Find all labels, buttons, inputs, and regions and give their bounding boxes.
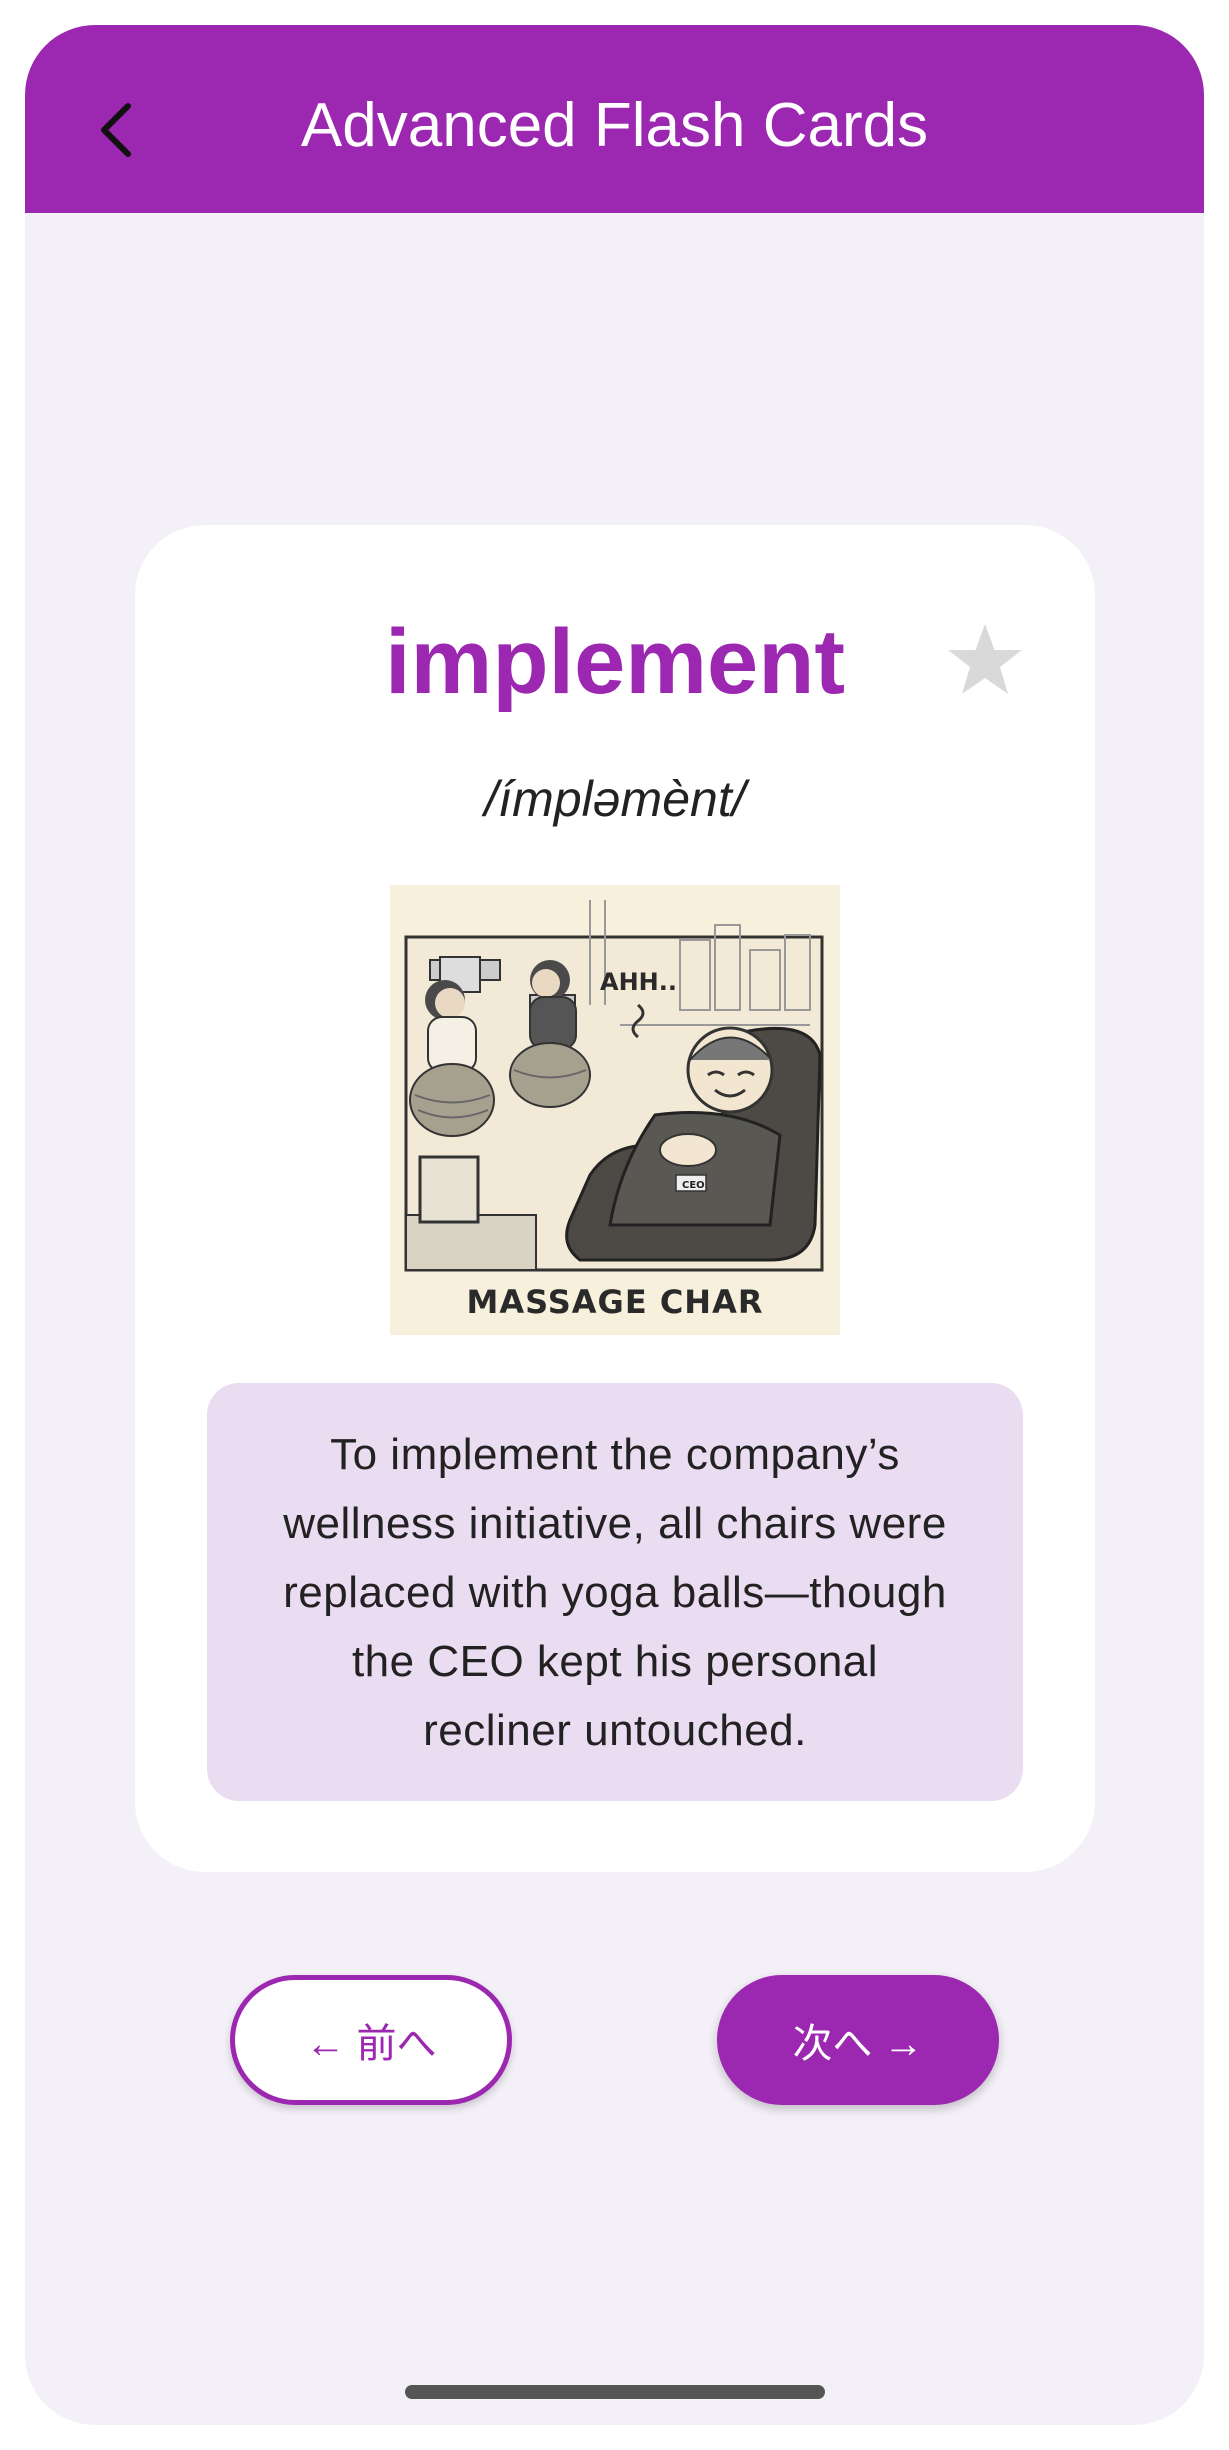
sentence-line: recliner untouched. bbox=[423, 1705, 807, 1755]
next-button[interactable]: 次へ → bbox=[717, 1975, 999, 2105]
home-indicator[interactable] bbox=[405, 2385, 825, 2399]
sentence-line: the CEO kept his personal bbox=[351, 1636, 879, 1686]
sentence-line: replaced with yoga balls—though bbox=[283, 1567, 947, 1617]
illustration-badge-text: CEO bbox=[682, 1180, 705, 1191]
illustration-caption: MASSAGE CHAR bbox=[467, 1283, 764, 1321]
sentence-line: To implement the company’s bbox=[330, 1429, 900, 1479]
star-icon[interactable] bbox=[945, 620, 1025, 700]
previous-button[interactable]: ← 前へ bbox=[230, 1975, 512, 2105]
example-sentence: To implement the company’s wellness init… bbox=[283, 1420, 947, 1765]
app-title: Advanced Flash Cards bbox=[300, 90, 929, 160]
phone-screen: Advanced Flash Cards implement /ímpləmèn… bbox=[25, 25, 1204, 2425]
flash-card[interactable]: implement /ímpləmènt/ AHH.. CEO MASSAGE … bbox=[135, 525, 1095, 1872]
sentence-line: wellness initiative, all chairs were bbox=[283, 1498, 947, 1548]
pronunciation: /ímpləmènt/ bbox=[484, 771, 746, 827]
example-sentence-box: To implement the company’s wellness init… bbox=[207, 1383, 1023, 1801]
illustration-speech-text: AHH.. bbox=[600, 968, 677, 996]
app-bar: Advanced Flash Cards bbox=[25, 25, 1204, 213]
word-illustration: AHH.. CEO MASSAGE CHAR bbox=[390, 885, 840, 1335]
